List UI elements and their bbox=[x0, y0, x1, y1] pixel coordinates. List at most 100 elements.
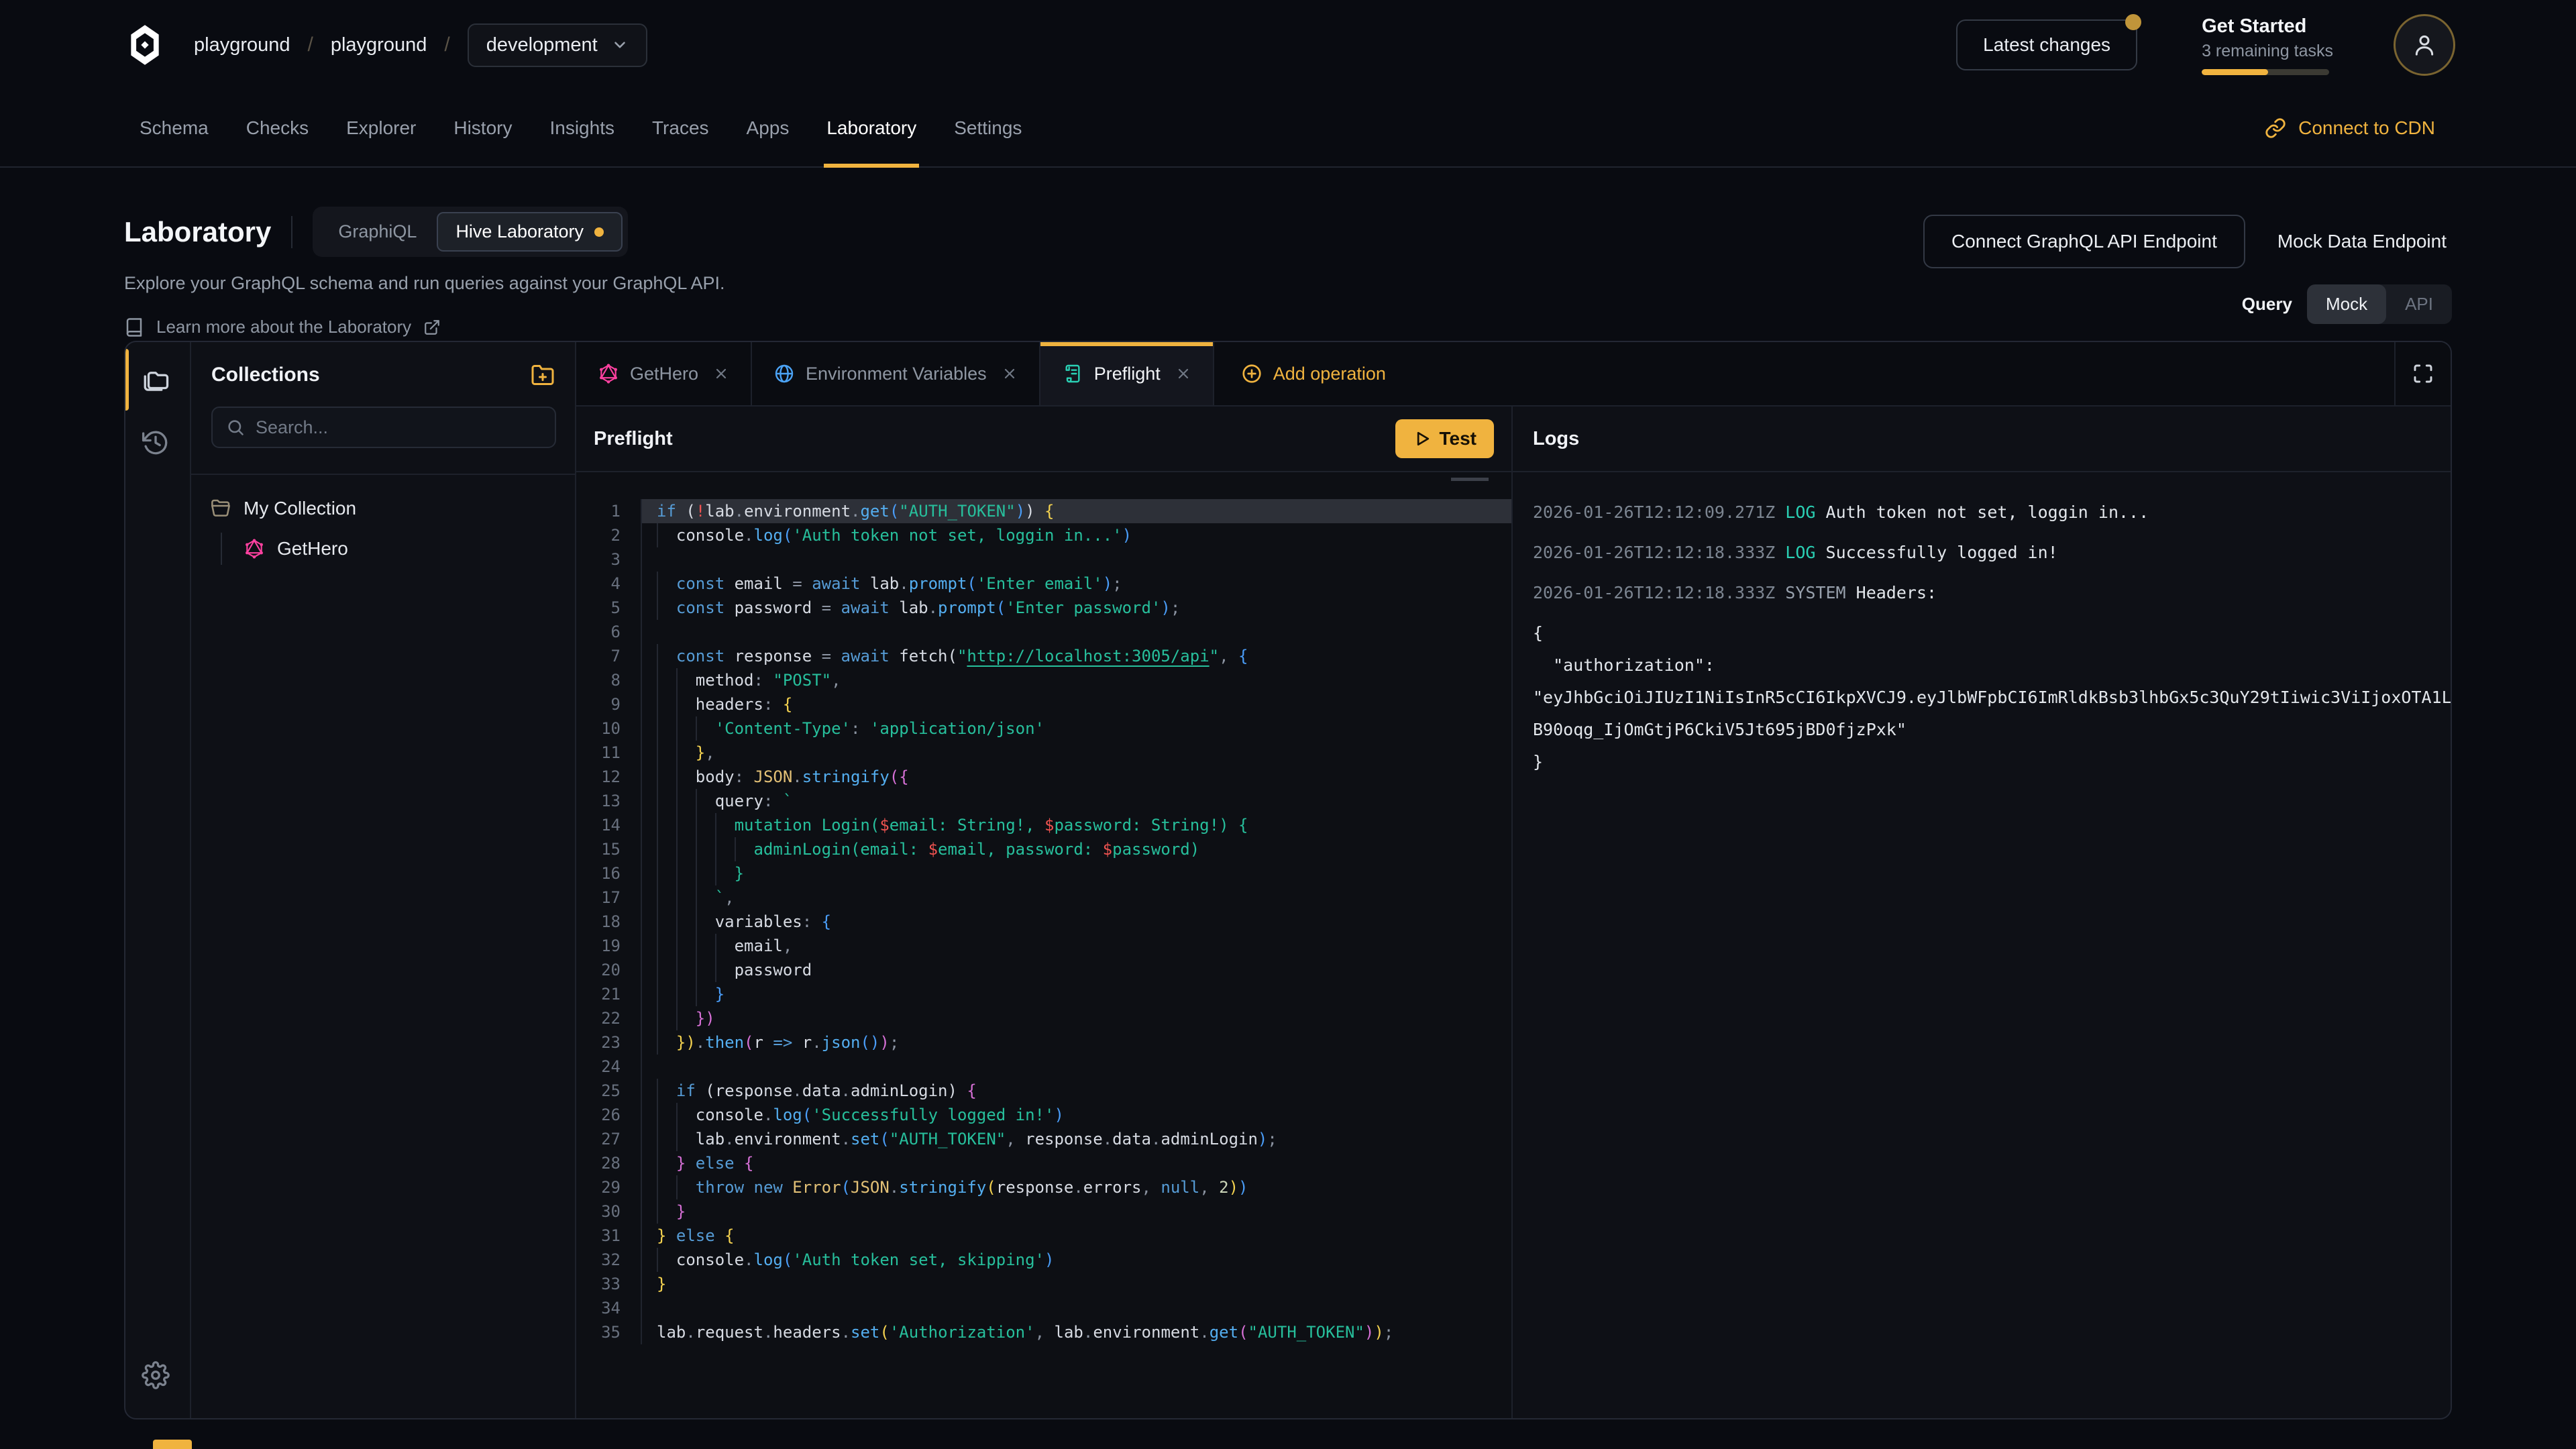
code-line[interactable]: 23}).then(r => r.json()); bbox=[576, 1030, 1511, 1055]
collections-top: Collections bbox=[191, 342, 575, 475]
code-line-content: if (response.data.adminLogin) { bbox=[641, 1079, 1511, 1103]
code-line[interactable]: 9headers: { bbox=[576, 692, 1511, 716]
breadcrumb-separator: / bbox=[444, 34, 449, 56]
plus-circle-icon bbox=[1241, 363, 1263, 384]
connect-graphql-endpoint-button[interactable]: Connect GraphQL API Endpoint bbox=[1923, 215, 2245, 268]
mode-option-hive-laboratory[interactable]: Hive Laboratory bbox=[437, 212, 623, 252]
hive-logo-icon[interactable] bbox=[124, 23, 166, 66]
code-line[interactable]: 10'Content-Type': 'application/json' bbox=[576, 716, 1511, 741]
history-rail-button[interactable] bbox=[142, 427, 174, 459]
editor-tab-preflight[interactable]: Preflight bbox=[1040, 342, 1214, 405]
indent-guide bbox=[657, 910, 715, 934]
code-line[interactable]: 25if (response.data.adminLogin) { bbox=[576, 1079, 1511, 1103]
collections-rail-button[interactable] bbox=[142, 365, 174, 397]
settings-rail-button[interactable] bbox=[142, 1359, 174, 1391]
tab-settings[interactable]: Settings bbox=[935, 90, 1040, 166]
line-number: 32 bbox=[576, 1248, 641, 1272]
breadcrumb-project[interactable]: playground bbox=[331, 34, 427, 56]
line-number: 25 bbox=[576, 1079, 641, 1103]
close-icon[interactable] bbox=[1002, 366, 1018, 382]
line-number: 19 bbox=[576, 934, 641, 958]
code-line[interactable]: 6 bbox=[576, 620, 1511, 644]
test-button[interactable]: Test bbox=[1395, 419, 1495, 458]
code-line[interactable]: 15adminLogin(email: $email, password: $p… bbox=[576, 837, 1511, 861]
tab-checks[interactable]: Checks bbox=[227, 90, 327, 166]
code-line[interactable]: 28} else { bbox=[576, 1151, 1511, 1175]
code-line[interactable]: 27lab.environment.set("AUTH_TOKEN", resp… bbox=[576, 1127, 1511, 1151]
code-line[interactable]: 13query: ` bbox=[576, 789, 1511, 813]
close-icon[interactable] bbox=[1175, 366, 1191, 382]
code-line[interactable]: 29throw new Error(JSON.stringify(respons… bbox=[576, 1175, 1511, 1199]
code-line[interactable]: 11}, bbox=[576, 741, 1511, 765]
tab-history[interactable]: History bbox=[435, 90, 531, 166]
code-line-content: console.log('Successfully logged in!') bbox=[641, 1103, 1511, 1127]
code-line[interactable]: 5const password = await lab.prompt('Ente… bbox=[576, 596, 1511, 620]
code-line[interactable]: 2console.log('Auth token not set, loggin… bbox=[576, 523, 1511, 547]
code-line[interactable]: 31} else { bbox=[576, 1224, 1511, 1248]
tab-laboratory[interactable]: Laboratory bbox=[808, 90, 935, 166]
mode-option-graphiql[interactable]: GraphiQL bbox=[318, 212, 437, 252]
code-line[interactable]: 21} bbox=[576, 982, 1511, 1006]
tab-traces[interactable]: Traces bbox=[633, 90, 728, 166]
tab-apps[interactable]: Apps bbox=[728, 90, 808, 166]
tab-explorer[interactable]: Explorer bbox=[327, 90, 435, 166]
code-line-content: }, bbox=[641, 741, 1511, 765]
breadcrumb-org[interactable]: playground bbox=[194, 34, 290, 56]
add-operation-button[interactable]: Add operation bbox=[1214, 342, 1413, 405]
log-level-badge: LOG bbox=[1785, 502, 1825, 522]
code-lines: 1if (!lab.environment.get("AUTH_TOKEN"))… bbox=[576, 499, 1511, 1344]
code-line[interactable]: 33} bbox=[576, 1272, 1511, 1296]
tree-item-gethero[interactable]: GetHero bbox=[244, 533, 556, 565]
line-number: 7 bbox=[576, 644, 641, 668]
indent-guide bbox=[657, 837, 753, 861]
editor-tab-gethero[interactable]: GetHero bbox=[576, 342, 752, 405]
connect-to-cdn-link[interactable]: Connect to CDN bbox=[2265, 90, 2435, 166]
search-input[interactable] bbox=[256, 417, 541, 438]
mock-data-endpoint-button[interactable]: Mock Data Endpoint bbox=[2272, 216, 2452, 267]
line-number: 35 bbox=[576, 1320, 641, 1344]
code-line[interactable]: 14mutation Login($email: String!, $passw… bbox=[576, 813, 1511, 837]
code-line[interactable]: 34 bbox=[576, 1296, 1511, 1320]
segment-option-mock[interactable]: Mock bbox=[2307, 284, 2386, 324]
code-line-content: lab.request.headers.set('Authorization',… bbox=[641, 1320, 1511, 1344]
editor-tab-label: Environment Variables bbox=[806, 364, 987, 384]
get-started-widget[interactable]: Get Started 3 remaining tasks bbox=[2202, 15, 2333, 75]
code-line[interactable]: 8method: "POST", bbox=[576, 668, 1511, 692]
code-line[interactable]: 30} bbox=[576, 1199, 1511, 1224]
code-editor[interactable]: 1if (!lab.environment.get("AUTH_TOKEN"))… bbox=[576, 472, 1511, 1418]
code-line[interactable]: 32console.log('Auth token set, skipping'… bbox=[576, 1248, 1511, 1272]
logs-body[interactable]: 2026-01-26T12:12:09.271Z LOG Auth token … bbox=[1513, 472, 2451, 1418]
code-line-content: password bbox=[641, 958, 1511, 982]
tree-folder-my-collection[interactable]: My Collection bbox=[210, 498, 556, 519]
code-line[interactable]: 24 bbox=[576, 1055, 1511, 1079]
code-line[interactable]: 22}) bbox=[576, 1006, 1511, 1030]
code-line-content: headers: { bbox=[641, 692, 1511, 716]
logs-pane: Logs 2026-01-26T12:12:09.271Z LOG Auth t… bbox=[1513, 407, 2451, 1418]
code-line[interactable]: 4const email = await lab.prompt('Enter e… bbox=[576, 572, 1511, 596]
code-line[interactable]: 20password bbox=[576, 958, 1511, 982]
line-number: 8 bbox=[576, 668, 641, 692]
globe-icon bbox=[773, 363, 795, 384]
avatar[interactable] bbox=[2394, 14, 2455, 76]
code-line[interactable]: 3 bbox=[576, 547, 1511, 572]
code-line[interactable]: 12body: JSON.stringify({ bbox=[576, 765, 1511, 789]
code-line[interactable]: 19email, bbox=[576, 934, 1511, 958]
code-line[interactable]: 16} bbox=[576, 861, 1511, 885]
tab-schema[interactable]: Schema bbox=[121, 90, 227, 166]
line-number: 5 bbox=[576, 596, 641, 620]
editor-panes: Preflight Test 1if (!lab.environment.get… bbox=[576, 407, 2451, 1418]
close-icon[interactable] bbox=[713, 366, 729, 382]
fullscreen-button[interactable] bbox=[2394, 342, 2451, 405]
new-collection-button[interactable] bbox=[531, 362, 556, 388]
tab-insights[interactable]: Insights bbox=[531, 90, 633, 166]
code-line[interactable]: 35lab.request.headers.set('Authorization… bbox=[576, 1320, 1511, 1344]
editor-tab-environment-variables[interactable]: Environment Variables bbox=[752, 342, 1040, 405]
code-line[interactable]: 7const response = await fetch("http://lo… bbox=[576, 644, 1511, 668]
segment-option-api[interactable]: API bbox=[2386, 284, 2452, 324]
target-selector[interactable]: development bbox=[468, 23, 647, 67]
latest-changes-button[interactable]: Latest changes bbox=[1956, 19, 2137, 70]
code-line[interactable]: 17`, bbox=[576, 885, 1511, 910]
code-line[interactable]: 26console.log('Successfully logged in!') bbox=[576, 1103, 1511, 1127]
code-line[interactable]: 18variables: { bbox=[576, 910, 1511, 934]
code-line[interactable]: 1if (!lab.environment.get("AUTH_TOKEN"))… bbox=[576, 499, 1511, 523]
